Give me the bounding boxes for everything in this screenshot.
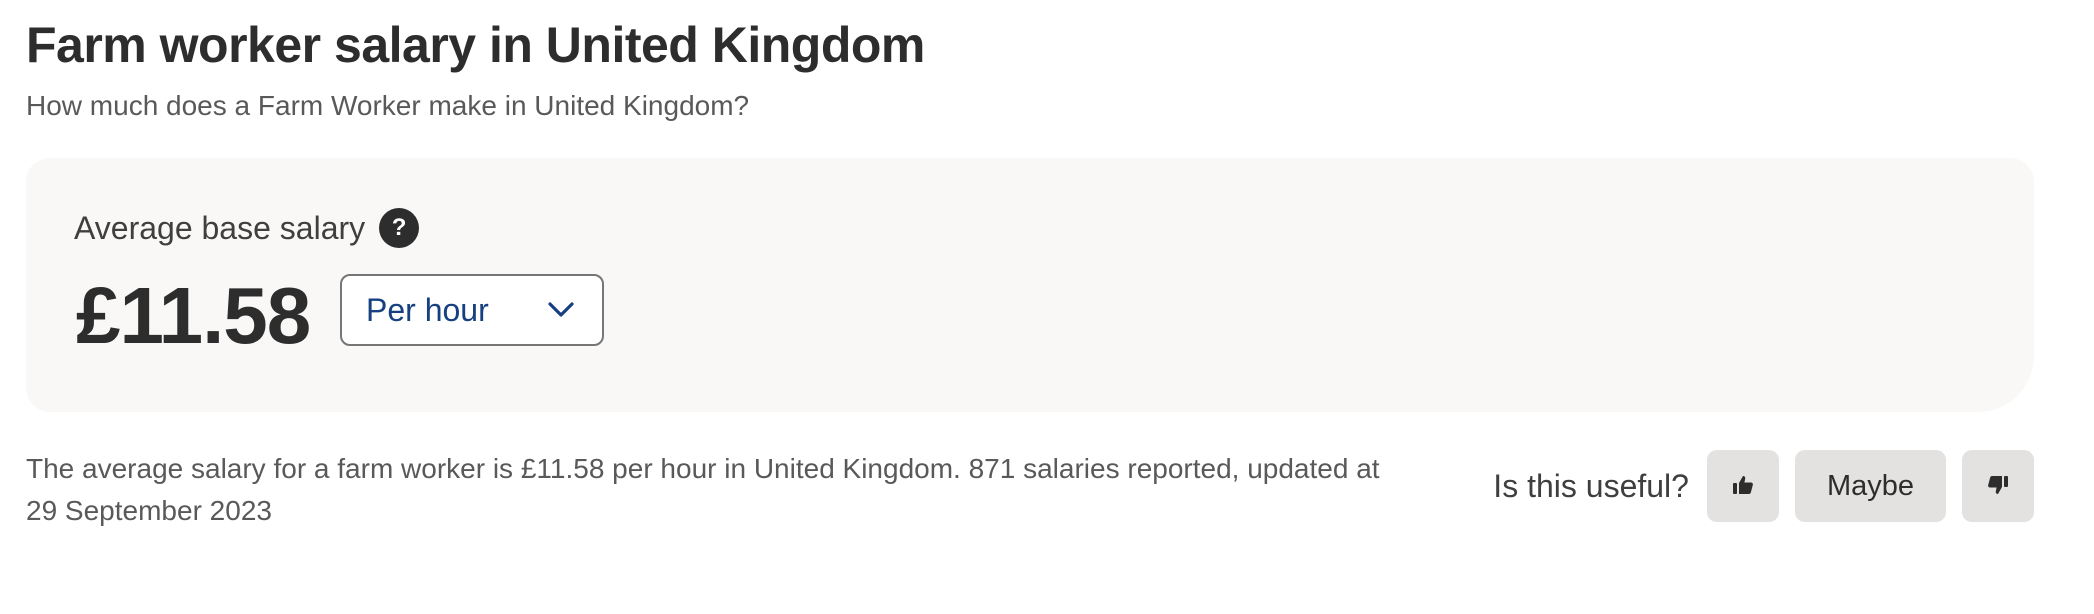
pay-period-selected: Per hour [366,291,489,328]
thumbs-down-icon [1986,473,2010,500]
pay-period-dropdown[interactable]: Per hour [340,274,604,346]
feedback-question: Is this useful? [1493,467,1689,504]
average-salary-label: Average base salary [74,209,366,246]
chevron-down-icon [548,297,574,323]
salary-card: Average base salary ? £11.58 Per hour [26,158,2034,412]
salary-summary-text: The average salary for a farm worker is … [26,453,1380,526]
average-salary-label-row: Average base salary ? [74,208,420,248]
page-subtitle: How much does a Farm Worker make in Unit… [26,90,750,121]
salary-value: £11.58 [76,271,311,360]
page-title: Farm worker salary in United Kingdom [26,17,925,73]
feedback-widget: Is this useful? Maybe [1493,450,2034,522]
maybe-button[interactable]: Maybe [1794,450,1946,522]
salary-page: Farm worker salary in United Kingdom How… [0,0,2094,614]
thumbs-up-button[interactable] [1706,450,1779,522]
question-circle-icon[interactable]: ? [379,208,420,248]
thumbs-up-icon [1731,473,1755,500]
thumbs-down-button[interactable] [1962,450,2034,522]
